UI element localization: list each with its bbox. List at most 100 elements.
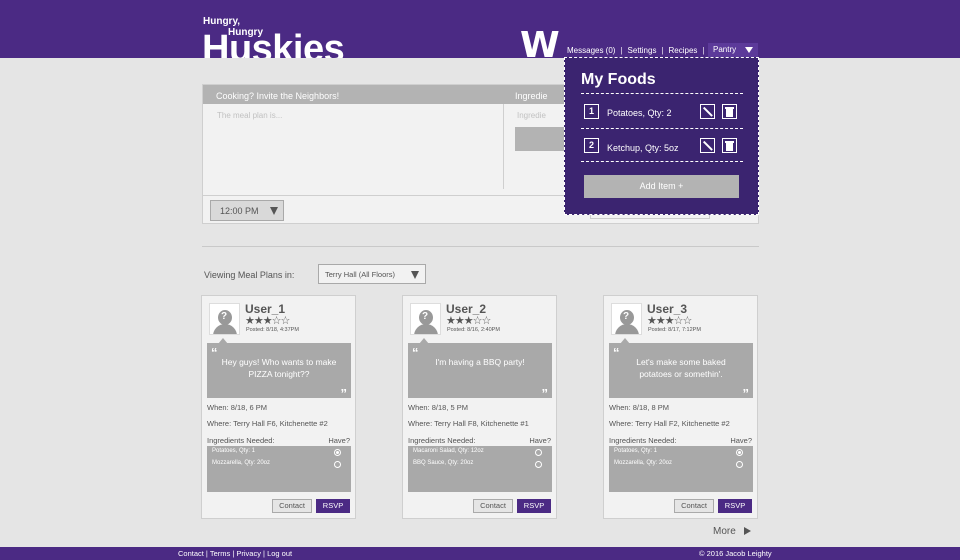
posted-time: Posted: 8/18, 4:37PM: [246, 327, 299, 333]
nav-pantry[interactable]: Pantry: [708, 43, 758, 58]
more-link[interactable]: More: [713, 526, 736, 537]
message-text: Hey guys! Who wants to make PIZZA tonigh…: [221, 357, 337, 379]
rsvp-button[interactable]: RSVP: [517, 499, 551, 513]
message-text: I'm having a BBQ party!: [435, 357, 525, 367]
have-radio[interactable]: [334, 461, 341, 468]
rsvp-button[interactable]: RSVP: [718, 499, 752, 513]
nav-settings[interactable]: Settings: [628, 46, 657, 55]
ingredients-list: Macaroni Salad, Qty: 12oz BBQ Sauce, Qty…: [408, 446, 552, 492]
have-radio[interactable]: [535, 461, 542, 468]
list-item: Potatoes, Qty: 1: [212, 448, 256, 454]
footer: Contact | Terms | Privacy | Log out © 20…: [0, 547, 960, 560]
ingredients-input[interactable]: Ingredie: [517, 111, 546, 120]
open-quote-icon: “: [613, 345, 620, 360]
have-radio[interactable]: [736, 449, 743, 456]
ingredients-label: Ingredients Needed:: [408, 436, 476, 445]
rsvp-button[interactable]: RSVP: [316, 499, 350, 513]
section-divider: [202, 246, 759, 247]
time-select[interactable]: 12:00 PM: [210, 200, 284, 221]
list-item: Mozzarella, Qty: 20oz: [614, 460, 673, 466]
caret-down-icon: [411, 271, 419, 279]
copyright: © 2016 Jacob Leighty: [699, 549, 772, 558]
nav-pantry-label: Pantry: [713, 45, 737, 54]
add-item-button[interactable]: Add Item +: [584, 175, 739, 198]
pencil-icon[interactable]: [700, 138, 715, 153]
close-quote-icon: ”: [541, 386, 549, 401]
trash-icon[interactable]: [722, 138, 737, 153]
trash-icon[interactable]: [722, 104, 737, 119]
event-where: Where: Terry Hall F8, Kitchenette #1: [408, 419, 529, 428]
posted-time: Posted: 8/16, 2:40PM: [447, 327, 500, 333]
star-rating: ★★★☆☆: [245, 314, 290, 327]
open-quote-icon: “: [412, 345, 419, 360]
have-radio[interactable]: [736, 461, 743, 468]
contact-button[interactable]: Contact: [674, 499, 714, 513]
list-item: Potatoes, Qty: 1: [614, 448, 658, 454]
posted-time: Posted: 8/17, 7:12PM: [648, 327, 701, 333]
have-label: Have?: [730, 436, 752, 445]
meal-plan-card: ? User_3 ★★★☆☆ Posted: 8/17, 7:12PM “ Le…: [603, 295, 758, 519]
message-bubble: “ Let's make some baked potatoes or some…: [609, 343, 753, 401]
avatar: ?: [209, 303, 240, 335]
divider: [581, 128, 743, 129]
meal-plan-card: ? User_2 ★★★☆☆ Posted: 8/16, 2:40PM “ I'…: [402, 295, 557, 519]
have-radio[interactable]: [535, 449, 542, 456]
divider: [503, 104, 504, 189]
food-item-label: Ketchup, Qty: 5oz: [607, 143, 679, 153]
pencil-icon[interactable]: [700, 104, 715, 119]
chevron-down-icon: [745, 47, 753, 53]
ingredients-list: Potatoes, Qty: 1 Mozzarella, Qty: 20oz: [207, 446, 351, 492]
top-nav: Messages (0) | Settings | Recipes |: [567, 44, 710, 56]
item-number: 1: [584, 104, 599, 119]
invite-title: Cooking? Invite the Neighbors!: [216, 91, 340, 101]
list-item: Mozzarella, Qty: 20oz: [212, 460, 271, 466]
star-rating: ★★★☆☆: [647, 314, 692, 327]
invite-ingredients-heading: Ingredie: [515, 91, 548, 101]
contact-button[interactable]: Contact: [272, 499, 312, 513]
uw-logo: W: [520, 28, 560, 58]
have-radio[interactable]: [334, 449, 341, 456]
event-when: When: 8/18, 8 PM: [609, 403, 670, 412]
have-label: Have?: [328, 436, 350, 445]
logo-line-3: Huskies: [202, 28, 345, 58]
message-bubble: “ Hey guys! Who wants to make PIZZA toni…: [207, 343, 351, 401]
ingredients-list: Potatoes, Qty: 1 Mozzarella, Qty: 20oz: [609, 446, 753, 492]
event-when: When: 8/18, 6 PM: [207, 403, 268, 412]
event-where: Where: Terry Hall F2, Kitchenette #2: [609, 419, 730, 428]
close-quote-icon: ”: [742, 386, 750, 401]
avatar: ?: [410, 303, 441, 335]
divider: [581, 161, 743, 162]
my-foods-title: My Foods: [581, 71, 656, 88]
message-text: Let's make some baked potatoes or someth…: [636, 357, 726, 379]
time-value: 12:00 PM: [220, 206, 259, 216]
avatar: ?: [611, 303, 642, 335]
star-rating: ★★★☆☆: [446, 314, 491, 327]
close-quote-icon: ”: [340, 386, 348, 401]
chevron-right-icon[interactable]: [744, 527, 751, 535]
have-label: Have?: [529, 436, 551, 445]
caret-down-icon: [270, 207, 278, 215]
message-bubble: “ I'm having a BBQ party! ”: [408, 343, 552, 401]
item-number: 2: [584, 138, 599, 153]
header-bar: Hungry, Hungry Huskies W Messages (0) | …: [0, 0, 960, 58]
meal-plan-card: ? User_1 ★★★☆☆ Posted: 8/18, 4:37PM “ He…: [201, 295, 356, 519]
list-item: BBQ Sauce, Qty: 20oz: [413, 460, 474, 466]
contact-button[interactable]: Contact: [473, 499, 513, 513]
list-item: Macaroni Salad, Qty: 12oz: [413, 448, 484, 454]
nav-messages[interactable]: Messages (0): [567, 46, 615, 55]
divider: [581, 93, 743, 94]
ingredients-label: Ingredients Needed:: [609, 436, 677, 445]
hall-select-value: Terry Hall (All Floors): [325, 270, 396, 279]
footer-links[interactable]: Contact | Terms | Privacy | Log out: [178, 549, 292, 558]
nav-separator: |: [661, 45, 664, 55]
open-quote-icon: “: [211, 345, 218, 360]
filter-label: Viewing Meal Plans in:: [204, 270, 295, 280]
food-item-label: Potatoes, Qty: 2: [607, 108, 672, 118]
nav-separator: |: [702, 45, 705, 55]
hall-select[interactable]: Terry Hall (All Floors): [318, 264, 426, 284]
my-foods-dropdown: My Foods 1 Potatoes, Qty: 2 2 Ketchup, Q…: [564, 57, 759, 215]
event-when: When: 8/18, 5 PM: [408, 403, 469, 412]
nav-separator: |: [620, 45, 623, 55]
nav-recipes[interactable]: Recipes: [669, 46, 698, 55]
meal-plan-input[interactable]: The meal plan is...: [217, 111, 282, 120]
